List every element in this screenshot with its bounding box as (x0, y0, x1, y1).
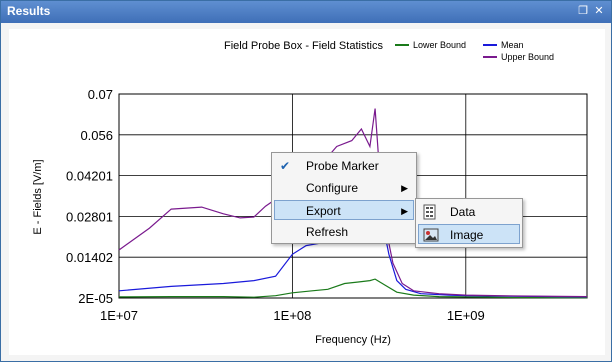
data-table-icon (422, 204, 438, 220)
image-icon (423, 227, 439, 243)
series-line-lower-bound (118, 278, 588, 299)
y-axis-label: E - Fields [V/m] (32, 159, 44, 234)
export-submenu: Data Image (415, 198, 523, 248)
menu-item-refresh[interactable]: Refresh (274, 222, 414, 242)
y-tick-label: 0.04201 (66, 169, 113, 184)
y-tick-label: 0.02801 (66, 209, 113, 224)
submenu-arrow-icon: ▶ (401, 183, 408, 193)
y-tick-label: 0.07 (88, 87, 113, 102)
y-tick-label: 2E-05 (78, 291, 113, 306)
chart-title: Field Probe Box - Field Statistics (224, 40, 383, 52)
restore-icon[interactable]: ❐ (577, 5, 589, 17)
legend-label: Lower Bound (413, 40, 466, 50)
legend-label: Mean (501, 40, 524, 50)
window-titlebar[interactable]: Results ❐ ✕ (1, 1, 611, 23)
x-tick-label: 1E+09 (447, 308, 485, 323)
legend-label: Upper Bound (501, 52, 554, 62)
submenu-arrow-icon: ▶ (401, 206, 408, 216)
menu-item-data[interactable]: Data (418, 202, 520, 222)
menu-item-export[interactable]: Export ▶ (274, 200, 414, 220)
checkmark-icon: ✔ (280, 159, 291, 173)
context-menu: ✔ Probe Marker Configure ▶ Export ▶ Refr… (271, 152, 417, 244)
y-tick-label: 0.056 (80, 128, 113, 143)
x-tick-label: 1E+07 (100, 308, 138, 323)
close-icon[interactable]: ✕ (593, 5, 605, 17)
menu-item-image[interactable]: Image (418, 224, 520, 244)
menu-item-configure[interactable]: Configure ▶ (274, 178, 414, 198)
x-axis-label: Frequency (Hz) (315, 334, 391, 346)
results-window: Results ❐ ✕ 0.07 0.056 0.04201 0.02801 0.014… (0, 0, 612, 362)
y-tick-label: 0.01402 (66, 250, 113, 265)
menu-item-probe-marker[interactable]: ✔ Probe Marker (274, 156, 414, 176)
x-tick-label: 1E+08 (273, 308, 311, 323)
window-title: Results (7, 4, 51, 18)
